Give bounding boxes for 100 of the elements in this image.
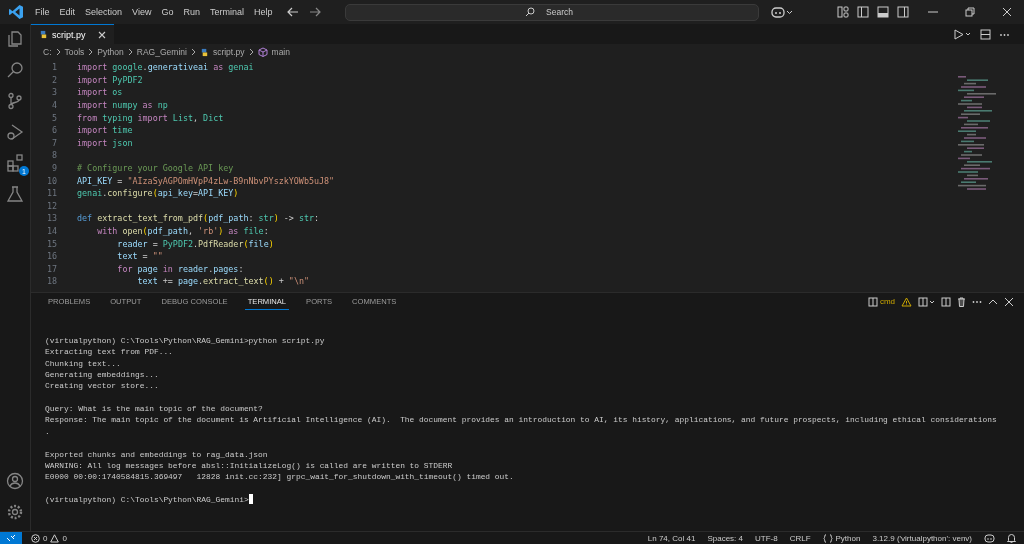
- app-logo-icon: [8, 4, 24, 20]
- menu-item[interactable]: View: [127, 7, 157, 17]
- chevron-icon: [190, 48, 196, 56]
- chevron-icon: [88, 48, 94, 56]
- editor-tab[interactable]: script.py: [31, 24, 114, 44]
- line-number: 18: [45, 276, 57, 287]
- code-line: import time: [77, 125, 133, 136]
- line-number: 17: [45, 263, 57, 274]
- new-terminal-dropdown-icon[interactable]: [918, 296, 935, 307]
- line-number: 7: [50, 137, 57, 148]
- breadcrumb-item[interactable]: RAG_Gemini: [136, 47, 187, 57]
- code-line: def extract_text_from_pdf(pdf_path: str) -> str:: [77, 213, 320, 224]
- warning-icon: [901, 296, 912, 307]
- search-icon[interactable]: [6, 61, 24, 79]
- code-line: import google.generativeai as genai: [77, 62, 254, 73]
- search-icon: [525, 7, 536, 17]
- code-line: text += page.extract_text() + "\n": [136, 276, 309, 287]
- chevron-icon: [55, 48, 61, 56]
- breadcrumb-item[interactable]: Tools: [64, 47, 85, 57]
- split-terminal-icon[interactable]: [941, 296, 951, 307]
- line-number: 8: [50, 150, 57, 161]
- restore-icon[interactable]: [965, 7, 975, 17]
- cube-icon: [257, 47, 268, 57]
- chevron-icon: [248, 48, 254, 56]
- code-line: text = "": [116, 251, 163, 262]
- line-number: 14: [45, 226, 57, 236]
- terminal-name[interactable]: cmd: [879, 297, 895, 306]
- status-item[interactable]: CRLF: [789, 533, 811, 543]
- line-number: 11: [45, 188, 57, 199]
- code-line: genai.configure(api_key=API_KEY): [77, 188, 239, 199]
- line-number: 12: [45, 200, 57, 211]
- interpreter-selector[interactable]: 3.12.9 ('virtualpython': venv): [872, 533, 972, 543]
- breadcrumb-item[interactable]: C:: [43, 47, 52, 57]
- terminal-icon: [867, 296, 878, 307]
- remote-indicator[interactable]: [0, 532, 22, 544]
- toggle-panel-icon[interactable]: [877, 6, 889, 18]
- trash-icon[interactable]: [957, 296, 966, 307]
- code-line: # Configure your Google API key: [77, 163, 234, 174]
- menu-item[interactable]: Selection: [80, 7, 128, 17]
- menu-item[interactable]: Help: [248, 7, 278, 17]
- toggle-secondary-sidebar-icon[interactable]: [897, 6, 909, 18]
- flask-icon[interactable]: [6, 185, 24, 203]
- extensions-icon[interactable]: [6, 154, 24, 172]
- line-number: 1: [50, 62, 57, 73]
- code-line: import numpy as np: [77, 100, 168, 111]
- source-control-icon[interactable]: [6, 92, 24, 110]
- error-icon[interactable]: [31, 533, 40, 543]
- menu-item[interactable]: Edit: [54, 7, 81, 17]
- breadcrumb-item[interactable]: script.py: [212, 47, 245, 57]
- status-item[interactable]: Ln 74, Col 41: [647, 533, 696, 543]
- copilot-icon[interactable]: [984, 533, 995, 543]
- close-icon[interactable]: [1004, 296, 1014, 307]
- line-number: 15: [45, 238, 57, 249]
- status-item[interactable]: UTF-8: [754, 533, 778, 543]
- menu-item[interactable]: Terminal: [204, 7, 249, 17]
- bell-icon[interactable]: [1007, 533, 1016, 543]
- close-icon[interactable]: [97, 30, 106, 39]
- code-line: import json: [77, 137, 133, 148]
- settings-icon[interactable]: [6, 503, 24, 521]
- code-line: with open(pdf_path, 'rb') as file:: [96, 226, 269, 236]
- language-mode[interactable]: Python: [835, 533, 861, 543]
- line-number: 5: [50, 112, 57, 123]
- line-number: 3: [50, 87, 57, 98]
- warning-icon[interactable]: [50, 533, 60, 543]
- back-arrow-icon[interactable]: [287, 7, 300, 17]
- split-editor-icon[interactable]: [980, 28, 991, 40]
- menu-item[interactable]: Run: [178, 7, 205, 17]
- line-number: 9: [50, 163, 57, 174]
- code-line: import PyPDF2: [77, 74, 143, 85]
- line-number: 13: [45, 213, 57, 224]
- line-number: 2: [50, 74, 57, 85]
- files-icon[interactable]: [6, 30, 24, 48]
- run-icon[interactable]: [954, 28, 972, 40]
- menu-item[interactable]: Go: [156, 7, 179, 17]
- python-file-icon: [199, 47, 209, 57]
- text-cursor: [248, 494, 253, 505]
- forward-arrow-icon[interactable]: [309, 7, 322, 17]
- line-number: 4: [50, 100, 57, 111]
- error-count[interactable]: 0: [43, 533, 48, 543]
- menu-item[interactable]: File: [30, 7, 55, 17]
- code-line: API_KEY = "AIzaSyAGPOmHVpP4zLw-B9nNbvPYszkYOWb5uJ8": [77, 175, 335, 186]
- code-line: reader = PyPDF2.PdfReader(file): [116, 238, 274, 249]
- line-number: 10: [45, 175, 57, 186]
- breadcrumb-item[interactable]: main: [271, 47, 290, 57]
- chevron-icon: [127, 48, 133, 56]
- copilot-icon[interactable]: [771, 6, 794, 18]
- warning-count[interactable]: 0: [62, 533, 67, 543]
- status-item[interactable]: Spaces: 4: [707, 533, 743, 543]
- toggle-sidebar-icon[interactable]: [857, 6, 869, 18]
- remote-icon: [6, 533, 16, 543]
- customize-layout-icon[interactable]: [837, 6, 849, 18]
- breadcrumb-item[interactable]: Python: [97, 47, 124, 57]
- search-field[interactable]: Search: [345, 3, 760, 21]
- python-file-icon: [39, 30, 48, 39]
- code-line: for page in reader.pages:: [116, 263, 244, 274]
- code-line: from typing import List, Dict: [77, 112, 224, 123]
- run-debug-icon[interactable]: [6, 123, 24, 141]
- account-icon[interactable]: [6, 472, 24, 490]
- code-line: import os: [77, 87, 123, 98]
- close-icon[interactable]: [1002, 7, 1012, 17]
